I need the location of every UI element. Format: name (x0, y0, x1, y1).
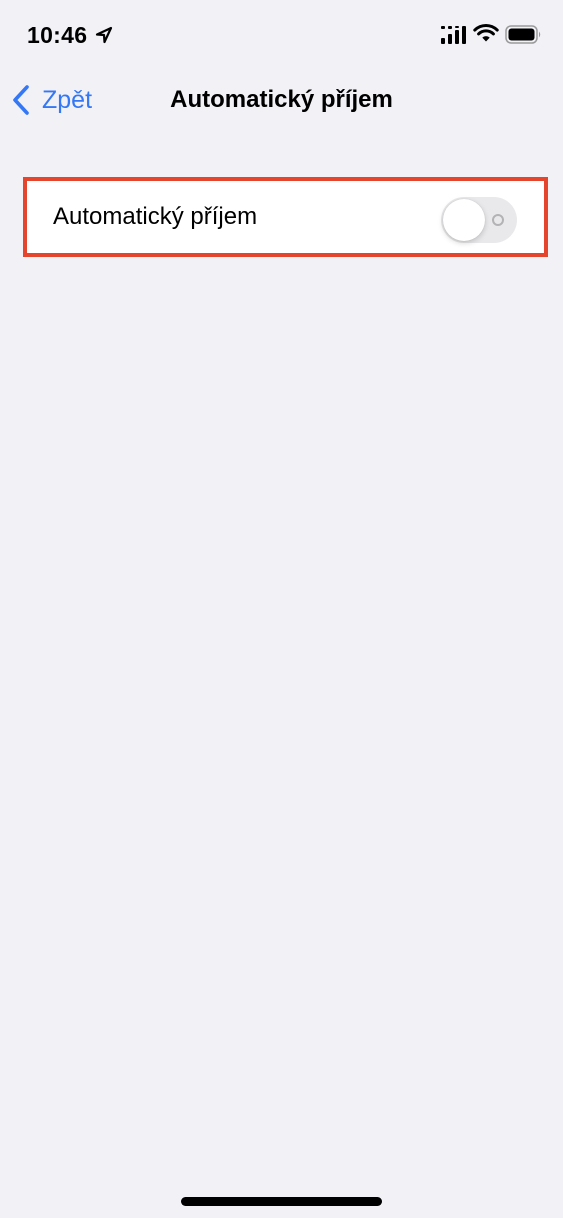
toggle-knob (443, 199, 485, 241)
cellular-signal-icon (441, 26, 466, 44)
setting-label: Automatický příjem (53, 203, 258, 230)
status-time: 10:46 (27, 22, 88, 48)
battery-icon (505, 25, 541, 44)
home-indicator[interactable] (181, 1197, 382, 1206)
auto-receive-toggle[interactable] (441, 197, 517, 243)
page-title: Automatický příjem (170, 86, 393, 113)
off-indicator-icon (492, 214, 504, 226)
status-bar: 10:46 (0, 0, 563, 70)
highlight-frame: Automatický příjem (23, 177, 548, 257)
navigation-bar: Zpět Automatický příjem (0, 70, 563, 130)
location-arrow-icon (95, 26, 113, 44)
wifi-icon (473, 24, 499, 42)
setting-row-auto-receive: Automatický příjem (31, 185, 540, 249)
